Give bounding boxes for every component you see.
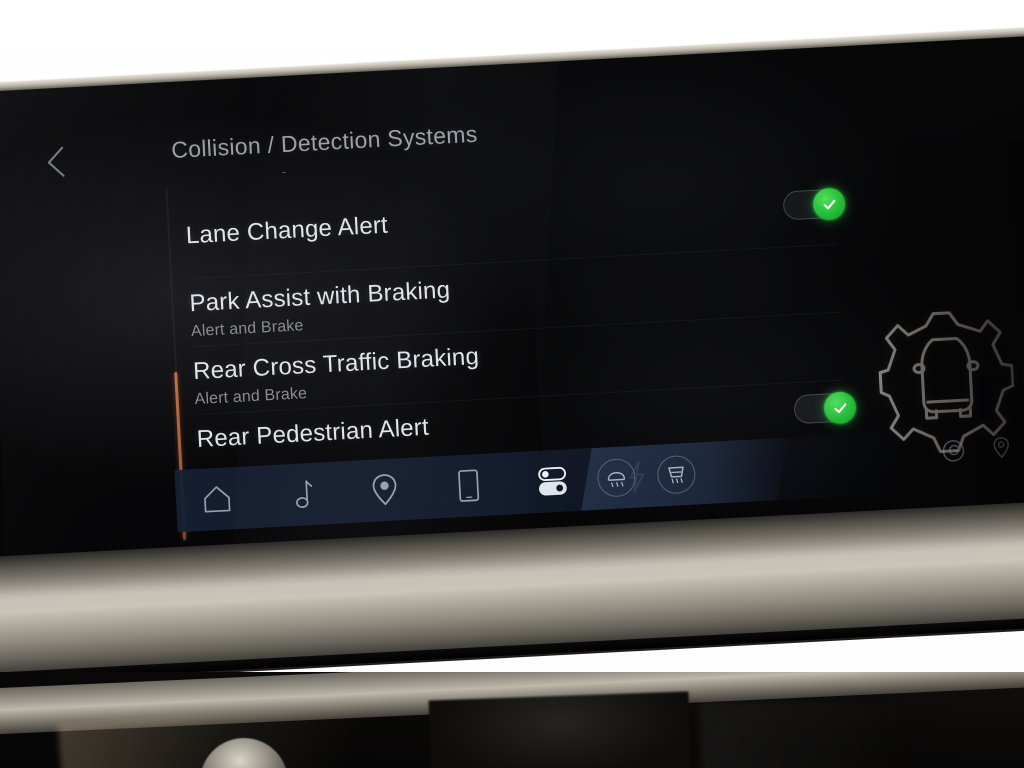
console-vent (428, 691, 692, 768)
nav-item-navigation[interactable] (367, 471, 403, 509)
toggle-knob (823, 390, 857, 425)
chevron-left-icon (43, 145, 69, 180)
settings-list: Lane Change Alert Park Assist with Braki… (184, 176, 857, 483)
status-icon-group (940, 431, 1024, 465)
settings-toggles-icon (535, 464, 571, 498)
home-icon (200, 483, 234, 515)
nav-item-audio[interactable] (283, 476, 319, 514)
list-item-title: Lane Change Alert (185, 211, 389, 250)
page-title: Collision / Detection Systems (170, 120, 479, 163)
location-pin-status-icon (992, 436, 1011, 461)
lower-console (0, 672, 1024, 768)
display-glass: Collision / Detection Systems - Lane Cha… (0, 34, 1024, 562)
nav-item-home[interactable] (199, 480, 235, 518)
rear-defrost-button[interactable] (596, 458, 636, 498)
onstar-g-button[interactable] (940, 436, 967, 465)
list-item-text: Park Assist with Braking Alert and Brake (188, 265, 452, 341)
rear-defrost-icon (605, 466, 628, 489)
onstar-g-icon (941, 438, 966, 463)
screen-ui: Collision / Detection Systems - Lane Cha… (0, 35, 1024, 562)
music-note-icon (288, 478, 314, 511)
front-defrost-icon (665, 463, 688, 486)
toggle-rear-pedestrian-alert[interactable] (793, 390, 857, 425)
front-defrost-button[interactable] (656, 455, 696, 495)
location-pin-icon (371, 472, 399, 507)
infotainment-photo-scene: Collision / Detection Systems - Lane Cha… (0, 0, 1024, 768)
phone-device-icon (457, 468, 481, 503)
back-button[interactable] (33, 139, 79, 185)
toggle-lane-change-alert[interactable] (782, 187, 846, 221)
list-item-text: Lane Change Alert (185, 201, 389, 250)
nav-item-settings[interactable] (535, 462, 571, 500)
climate-shortcut-group (578, 438, 791, 511)
nav-item-phone[interactable] (451, 467, 487, 505)
console-reflection-right (700, 702, 1000, 768)
check-icon (820, 195, 838, 213)
page-subtitle: - (281, 163, 287, 180)
location-status-button[interactable] (988, 434, 1015, 463)
infotainment-display: Collision / Detection Systems - Lane Cha… (0, 18, 1024, 562)
check-icon (831, 399, 849, 417)
toggle-knob (812, 187, 846, 221)
list-item-title: Rear Pedestrian Alert (196, 413, 430, 454)
